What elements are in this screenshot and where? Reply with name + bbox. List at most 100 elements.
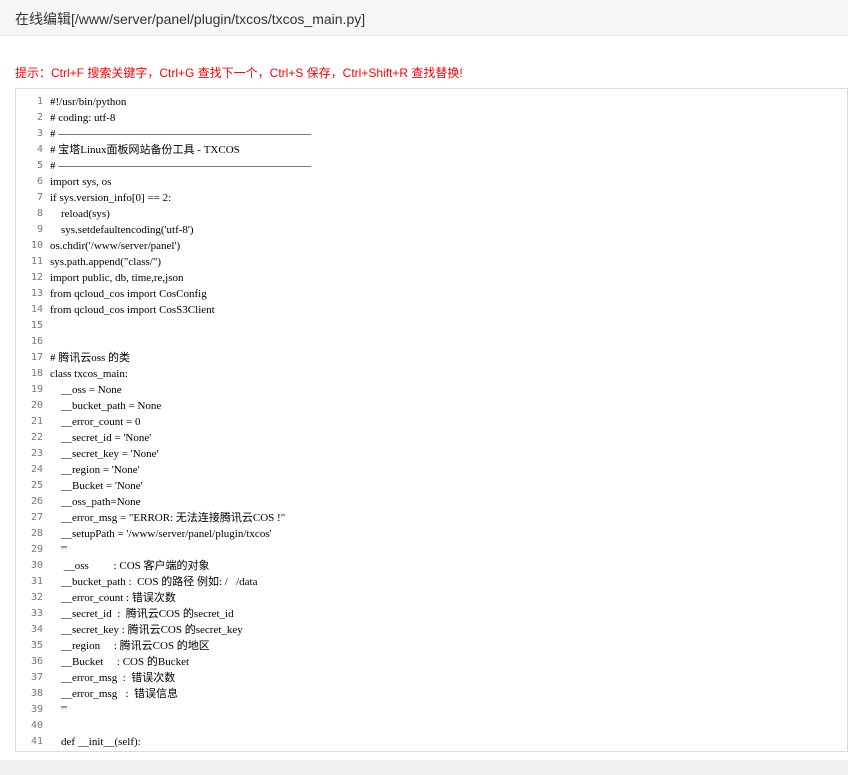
code-editor[interactable]: 1 #!/usr/bin/python 2 # coding: utf-8 3 # ———… (15, 88, 848, 752)
line-number: 15 (30, 320, 43, 331)
code-line[interactable]: 19 __oss = None (16, 382, 847, 398)
code-line[interactable]: 14 from qcloud_cos import CosS3Client (16, 302, 847, 318)
code-line[interactable]: 23 __secret_key = 'None' (16, 446, 847, 462)
line-text[interactable]: sys.path.append("class/") (50, 254, 161, 270)
code-line[interactable]: 31 __bucket_path : COS 的路径 例如: / /data (16, 574, 847, 590)
line-number: 35 (30, 640, 43, 651)
line-text[interactable]: __error_msg : 错误信息 (50, 686, 178, 702)
line-text[interactable]: __oss = None (50, 382, 122, 398)
line-number: 10 (30, 240, 43, 251)
code-line[interactable]: 15 (16, 318, 847, 334)
line-text[interactable]: # ——————————————————————— (50, 158, 311, 174)
code-line[interactable]: 27 __error_msg = "ERROR: 无法连接腾讯云COS !" (16, 510, 847, 526)
line-text[interactable]: #!/usr/bin/python (50, 94, 126, 110)
line-text[interactable]: __setupPath = '/www/server/panel/plugin/… (50, 526, 272, 542)
code-line[interactable]: 8 reload(sys) (16, 206, 847, 222)
line-number: 25 (30, 480, 43, 491)
code-line[interactable]: 6 import sys, os (16, 174, 847, 190)
code-line[interactable]: 20 __bucket_path = None (16, 398, 847, 414)
code-line[interactable]: 32 __error_count : 错误次数 (16, 590, 847, 606)
line-number: 19 (30, 384, 43, 395)
line-text[interactable]: __error_count = 0 (50, 414, 141, 430)
line-text[interactable]: import public, db, time,re,json (50, 270, 184, 286)
line-text[interactable]: __Bucket = 'None' (50, 478, 143, 494)
code-line[interactable]: 24 __region = 'None' (16, 462, 847, 478)
code-line[interactable]: 22 __secret_id = 'None' (16, 430, 847, 446)
line-number: 4 (36, 144, 43, 155)
line-number: 41 (30, 736, 43, 747)
line-text[interactable]: __error_msg : 错误次数 (50, 670, 175, 686)
line-text[interactable]: os.chdir('/www/server/panel') (50, 238, 180, 254)
code-line[interactable]: 13 from qcloud_cos import CosConfig (16, 286, 847, 302)
line-text[interactable]: reload(sys) (50, 206, 110, 222)
line-number: 34 (30, 624, 43, 635)
line-text[interactable]: __oss : COS 客户端的对象 (50, 558, 210, 574)
line-text[interactable]: sys.setdefaultencoding('utf-8') (50, 222, 194, 238)
code-line[interactable]: 40 (16, 718, 847, 734)
line-number: 31 (30, 576, 43, 587)
code-line[interactable]: 9 sys.setdefaultencoding('utf-8') (16, 222, 847, 238)
line-number: 6 (36, 176, 43, 187)
line-number: 7 (36, 192, 43, 203)
code-line[interactable]: 34 __secret_key : 腾讯云COS 的secret_key (16, 622, 847, 638)
code-line[interactable]: 33 __secret_id : 腾讯云COS 的secret_id (16, 606, 847, 622)
line-number: 3 (36, 128, 43, 139)
code-line[interactable]: 2 # coding: utf-8 (16, 110, 847, 126)
dialog-footer (0, 760, 848, 775)
line-text[interactable]: ''' (50, 702, 67, 718)
line-text[interactable]: __region : 腾讯云COS 的地区 (50, 638, 210, 654)
line-text[interactable]: from qcloud_cos import CosS3Client (50, 302, 215, 318)
line-text[interactable]: __secret_key : 腾讯云COS 的secret_key (50, 622, 243, 638)
code-line[interactable]: 1 #!/usr/bin/python (16, 94, 847, 110)
code-line[interactable]: 36 __Bucket : COS 的Bucket (16, 654, 847, 670)
line-text[interactable]: # coding: utf-8 (50, 110, 115, 126)
line-text[interactable]: __error_count : 错误次数 (50, 590, 176, 606)
code-line[interactable]: 4 # 宝塔Linux面板网站备份工具 - TXCOS (16, 142, 847, 158)
code-line[interactable]: 7 if sys.version_info[0] == 2: (16, 190, 847, 206)
line-text[interactable]: # 宝塔Linux面板网站备份工具 - TXCOS (50, 142, 240, 158)
code-line[interactable]: 39 ''' (16, 702, 847, 718)
line-text[interactable]: __error_msg = "ERROR: 无法连接腾讯云COS !" (50, 510, 285, 526)
code-line[interactable]: 11 sys.path.append("class/") (16, 254, 847, 270)
code-line[interactable]: 41 def __init__(self): (16, 734, 847, 750)
line-text[interactable]: __bucket_path : COS 的路径 例如: / /data (50, 574, 257, 590)
line-text[interactable]: # 腾讯云oss 的类 (50, 350, 130, 366)
code-line[interactable]: 30 __oss : COS 客户端的对象 (16, 558, 847, 574)
code-line[interactable]: 3 # ——————————————————————— (16, 126, 847, 142)
code-line[interactable]: 16 (16, 334, 847, 350)
line-text[interactable]: from qcloud_cos import CosConfig (50, 286, 207, 302)
code-line[interactable]: 18 class txcos_main: (16, 366, 847, 382)
line-number: 40 (30, 720, 43, 731)
line-text[interactable]: ''' (50, 542, 67, 558)
line-text[interactable]: __secret_id = 'None' (50, 430, 151, 446)
line-text[interactable]: import sys, os (50, 174, 111, 190)
code-line[interactable]: 26 __oss_path=None (16, 494, 847, 510)
code-line[interactable]: 25 __Bucket = 'None' (16, 478, 847, 494)
line-text[interactable]: __bucket_path = None (50, 398, 161, 414)
line-text[interactable]: __region = 'None' (50, 462, 140, 478)
line-text[interactable]: def __init__(self): (50, 734, 141, 750)
line-number: 30 (30, 560, 43, 571)
line-text[interactable]: if sys.version_info[0] == 2: (50, 190, 171, 206)
code-line[interactable]: 5 # ——————————————————————— (16, 158, 847, 174)
code-line[interactable]: 21 __error_count = 0 (16, 414, 847, 430)
line-text[interactable]: class txcos_main: (50, 366, 128, 382)
line-number: 37 (30, 672, 43, 683)
code-line[interactable]: 28 __setupPath = '/www/server/panel/plug… (16, 526, 847, 542)
line-text[interactable]: __oss_path=None (50, 494, 141, 510)
code-line[interactable]: 29 ''' (16, 542, 847, 558)
code-line[interactable]: 37 __error_msg : 错误次数 (16, 670, 847, 686)
line-text[interactable]: __secret_key = 'None' (50, 446, 159, 462)
line-text[interactable]: # ——————————————————————— (50, 126, 311, 142)
line-number: 5 (36, 160, 43, 171)
line-number: 16 (30, 336, 43, 347)
line-text[interactable]: __Bucket : COS 的Bucket (50, 654, 189, 670)
line-number: 32 (30, 592, 43, 603)
code-line[interactable]: 17 # 腾讯云oss 的类 (16, 350, 847, 366)
code-line[interactable]: 38 __error_msg : 错误信息 (16, 686, 847, 702)
line-number: 33 (30, 608, 43, 619)
line-text[interactable]: __secret_id : 腾讯云COS 的secret_id (50, 606, 234, 622)
code-line[interactable]: 10 os.chdir('/www/server/panel') (16, 238, 847, 254)
code-line[interactable]: 12 import public, db, time,re,json (16, 270, 847, 286)
code-line[interactable]: 35 __region : 腾讯云COS 的地区 (16, 638, 847, 654)
